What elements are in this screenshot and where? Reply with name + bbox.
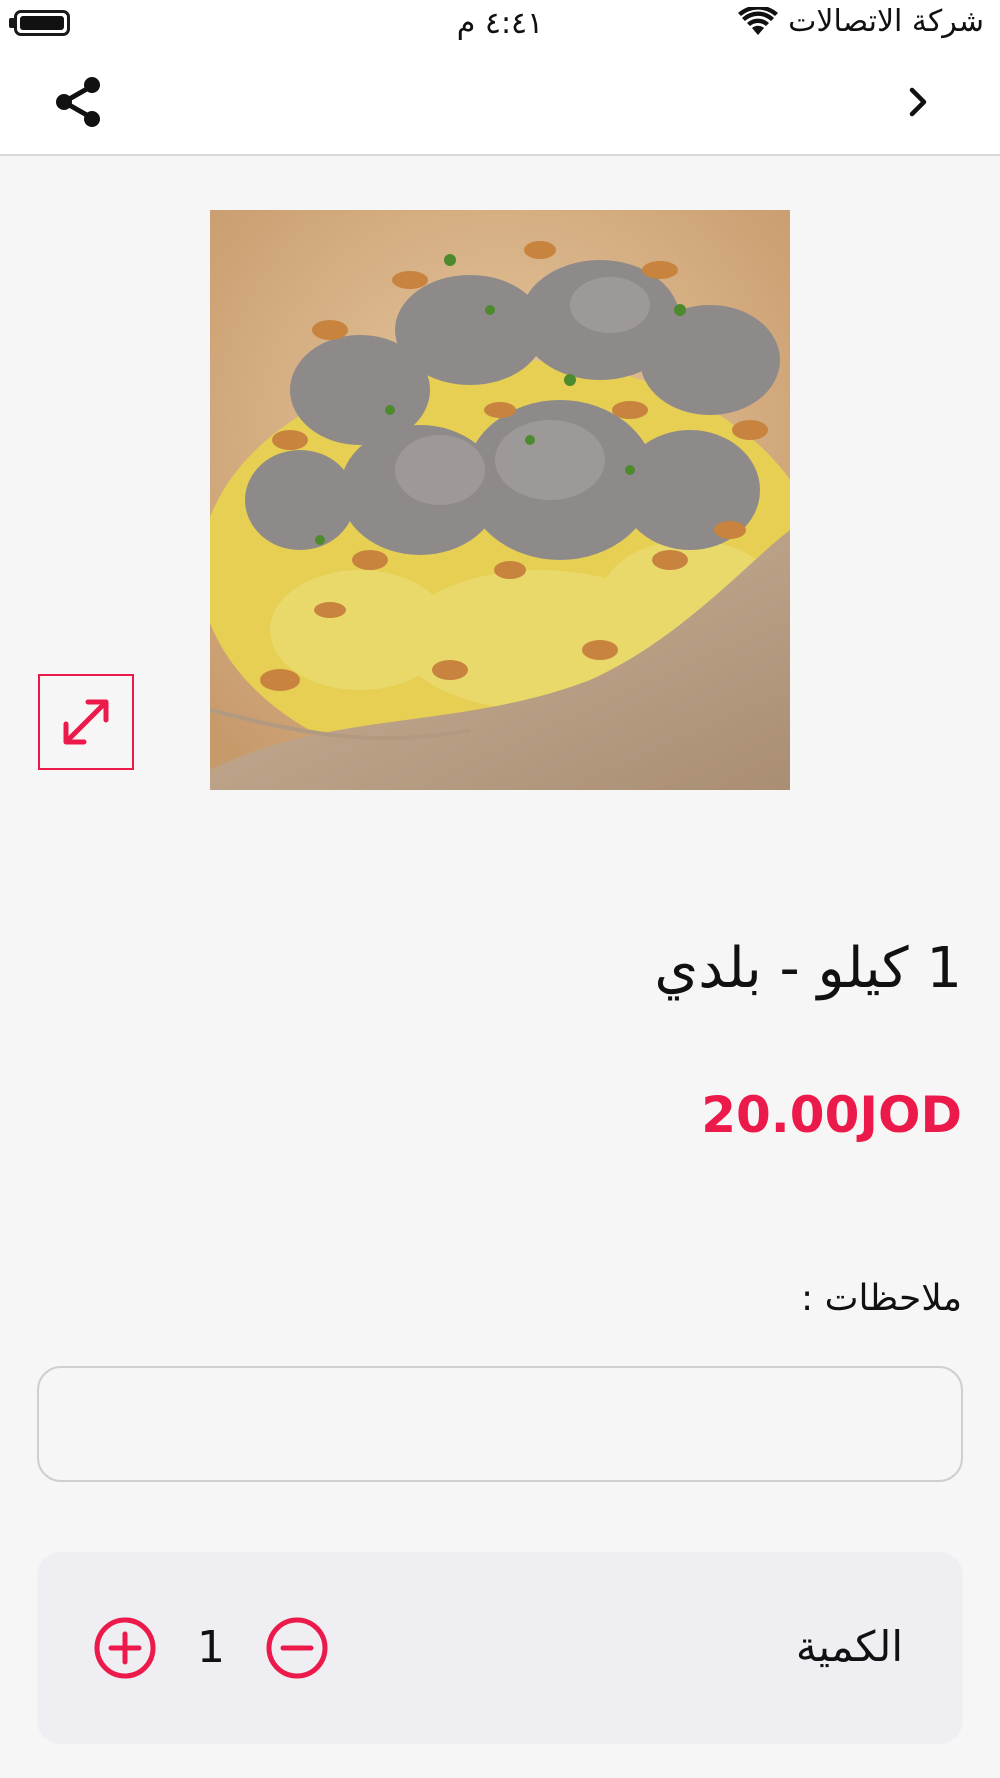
quantity-panel: 1 الكمية [37,1552,963,1744]
wifi-icon [738,6,779,35]
product-price: 20.00JOD [701,1086,962,1144]
status-bar: ٤:٤١ م شركة الاتصالات [0,0,1000,50]
quantity-value: 1 [197,1622,225,1673]
nav-bar [0,50,1000,156]
notes-label: ملاحظات : [801,1278,962,1319]
chevron-right-icon [909,87,927,117]
notes-input[interactable] [37,1366,963,1482]
back-button[interactable] [896,80,940,124]
status-right: شركة الاتصالات [738,4,984,39]
expand-image-button[interactable] [38,674,134,770]
quantity-increment-button[interactable] [93,1616,157,1680]
plus-circle-icon [94,1617,156,1679]
carrier-name: شركة الاتصالات [788,4,984,39]
share-icon [56,77,100,127]
expand-icon [63,699,109,745]
share-button[interactable] [50,74,106,130]
product-photo [210,210,790,790]
minus-circle-icon [266,1617,328,1679]
product-title: 1 كيلو - بلدي [654,936,962,1001]
quantity-decrement-button[interactable] [265,1616,329,1680]
product-image[interactable] [210,210,790,790]
quantity-label: الكمية [795,1622,903,1671]
